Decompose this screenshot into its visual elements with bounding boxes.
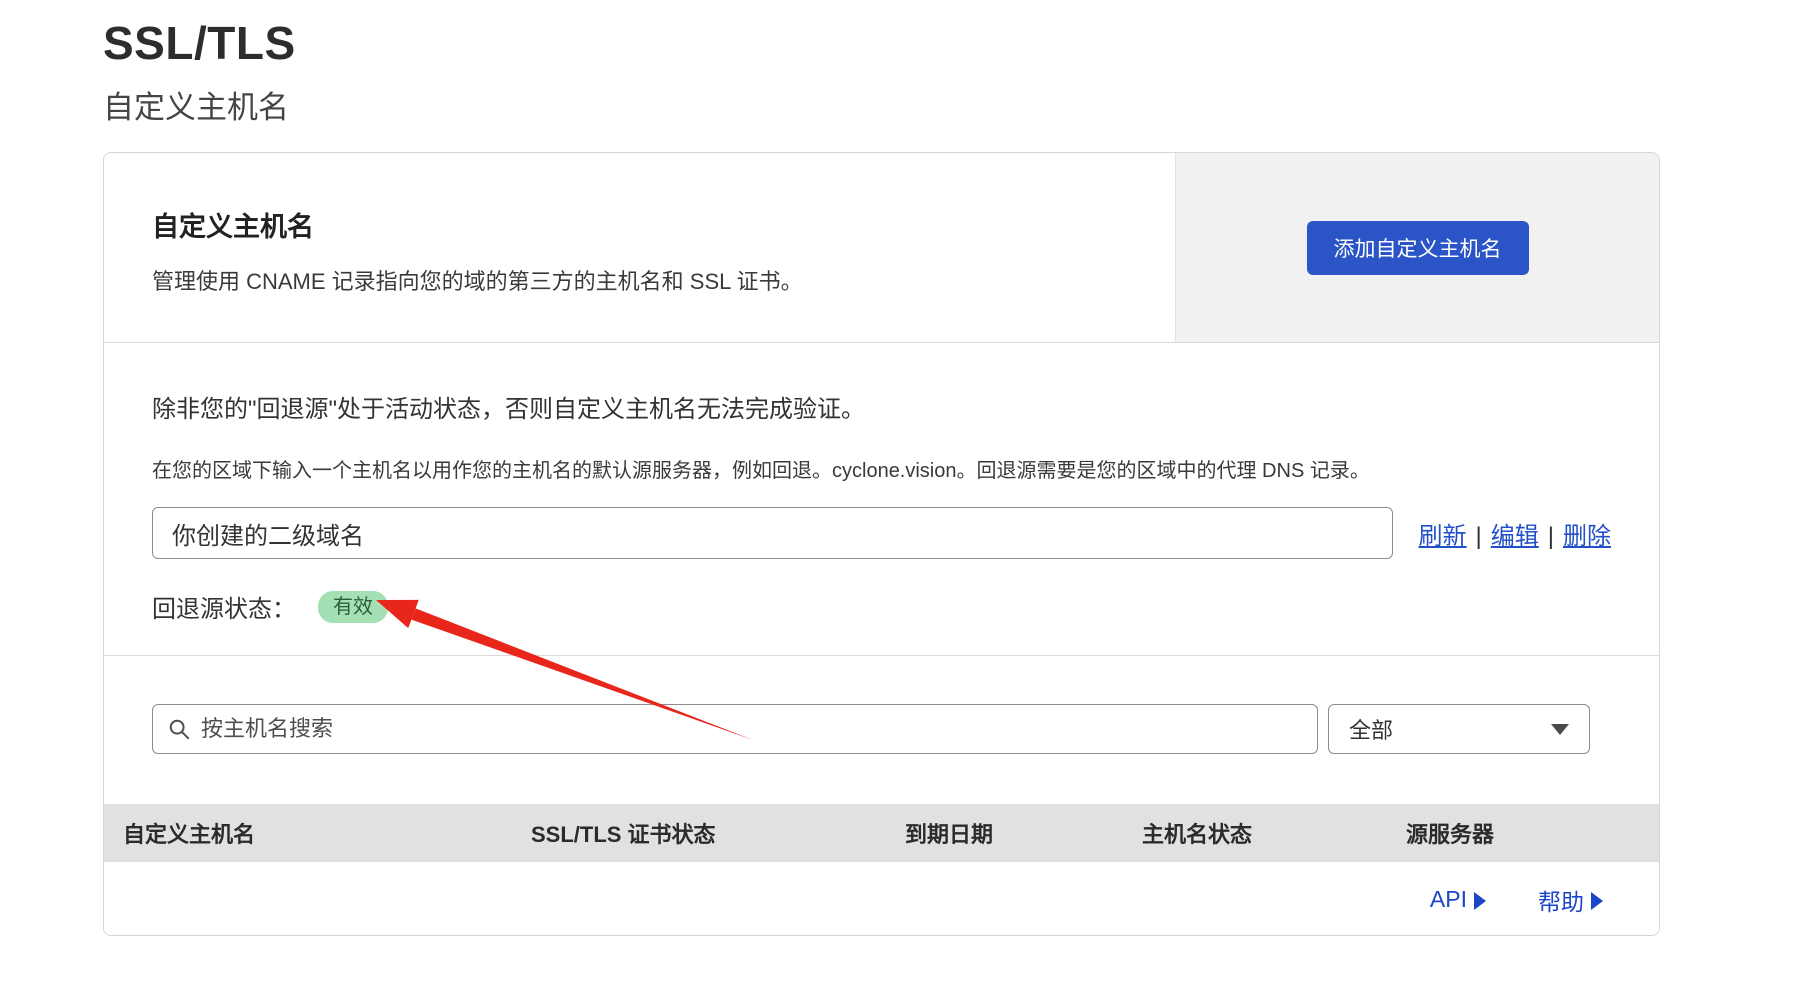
search-section: 全部 <box>104 655 1659 804</box>
action-separator: | <box>1476 523 1482 550</box>
column-header-origin-server: 源服务器 <box>1406 817 1659 849</box>
api-link-label: API <box>1430 886 1467 913</box>
api-link[interactable]: API <box>1430 886 1486 913</box>
chevron-down-icon <box>1551 724 1569 735</box>
column-header-custom-hostname: 自定义主机名 <box>123 817 531 849</box>
hostnames-table-header: 自定义主机名 SSL/TLS 证书状态 到期日期 主机名状态 源服务器 <box>104 804 1659 862</box>
triangle-right-icon <box>1474 892 1486 910</box>
delete-link[interactable]: 删除 <box>1563 523 1611 550</box>
fallback-status-badge: 有效 <box>318 591 388 623</box>
hostname-search-input[interactable] <box>152 704 1318 754</box>
fallback-hostname-input[interactable] <box>152 507 1393 559</box>
search-icon <box>168 718 190 740</box>
search-box <box>152 704 1318 754</box>
status-filter-selected-value: 全部 <box>1349 713 1393 745</box>
triangle-right-icon <box>1591 892 1603 910</box>
fallback-instruction-text: 在您的区域下输入一个主机名以用作您的主机名的默认源服务器，例如回退。cyclon… <box>152 454 1611 483</box>
card-description: 管理使用 CNAME 记录指向您的域的第三方的主机名和 SSL 证书。 <box>152 264 1175 296</box>
help-link[interactable]: 帮助 <box>1538 883 1603 917</box>
add-custom-hostname-button[interactable]: 添加自定义主机名 <box>1307 221 1529 275</box>
card-title: 自定义主机名 <box>152 205 1175 244</box>
fallback-warning-text: 除非您的"回退源"处于活动状态，否则自定义主机名无法完成验证。 <box>152 389 1611 424</box>
fallback-origin-section: 除非您的"回退源"处于活动状态，否则自定义主机名无法完成验证。 在您的区域下输入… <box>104 342 1659 655</box>
fallback-status-row: 回退源状态： 有效 <box>152 589 1611 624</box>
custom-hostnames-card: 自定义主机名 管理使用 CNAME 记录指向您的域的第三方的主机名和 SSL 证… <box>103 152 1660 936</box>
help-link-label: 帮助 <box>1538 883 1584 917</box>
refresh-link[interactable]: 刷新 <box>1419 523 1467 550</box>
status-filter-dropdown[interactable]: 全部 <box>1328 704 1590 754</box>
fallback-status-label: 回退源状态： <box>152 589 296 624</box>
fallback-hostname-row: 刷新 | 编辑 | 删除 <box>152 507 1611 559</box>
card-header-text: 自定义主机名 管理使用 CNAME 记录指向您的域的第三方的主机名和 SSL 证… <box>104 153 1175 342</box>
page-title: SSL/TLS <box>103 16 296 70</box>
card-header: 自定义主机名 管理使用 CNAME 记录指向您的域的第三方的主机名和 SSL 证… <box>104 153 1659 342</box>
action-separator: | <box>1548 523 1554 550</box>
page-subtitle: 自定义主机名 <box>103 82 289 127</box>
column-header-certificate-status: SSL/TLS 证书状态 <box>531 817 905 849</box>
column-header-hostname-status: 主机名状态 <box>1142 817 1406 849</box>
card-footer: API 帮助 <box>104 862 1659 936</box>
fallback-actions: 刷新 | 编辑 | 删除 <box>1419 516 1611 551</box>
column-header-expiration-date: 到期日期 <box>905 817 1142 849</box>
search-row: 全部 <box>152 704 1611 754</box>
card-header-action-panel: 添加自定义主机名 <box>1175 153 1659 342</box>
edit-link[interactable]: 编辑 <box>1491 523 1539 550</box>
